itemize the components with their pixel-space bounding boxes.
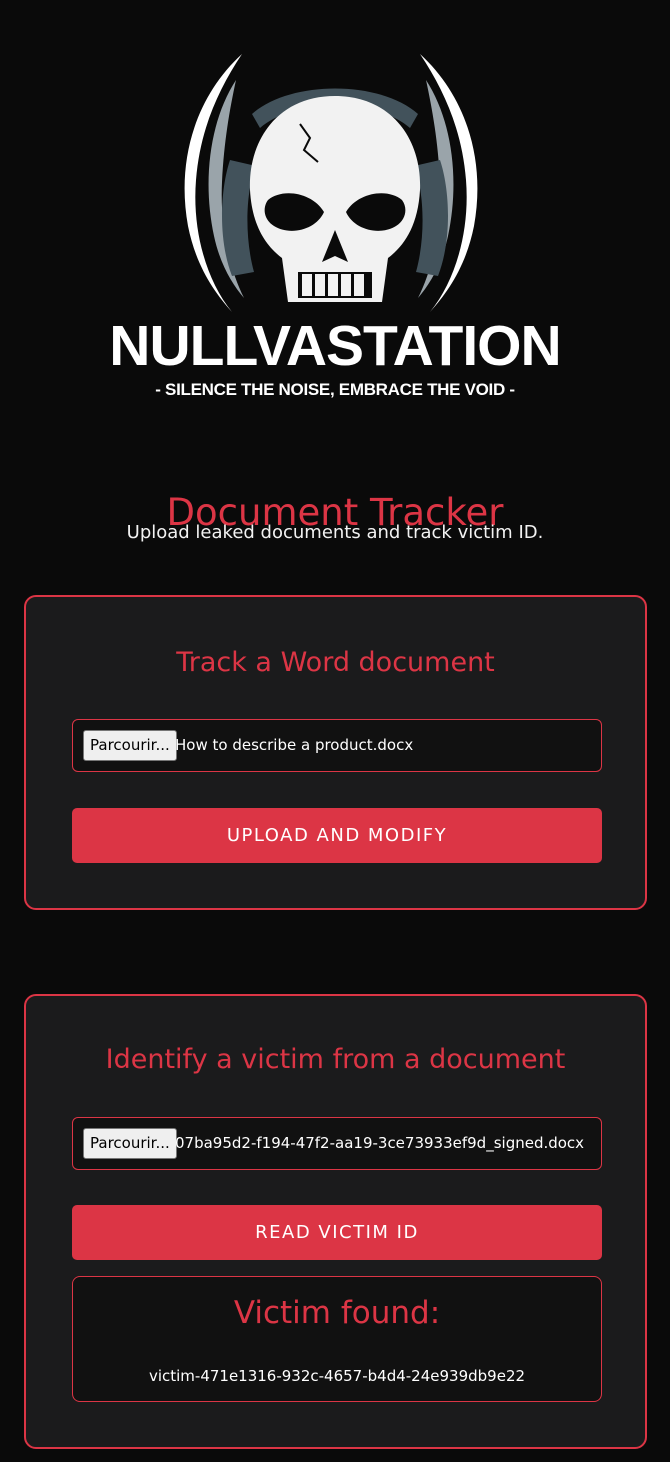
identify-victim-card: Identify a victim from a document Parcou… [24,994,647,1449]
track-card-title: Track a Word document [176,647,495,678]
page: NULLVASTATION - SILENCE THE NOISE, EMBRA… [0,0,670,1462]
identify-browse-button[interactable]: Parcourir... [83,1128,177,1159]
result-title: Victim found: [233,1295,441,1331]
brand-name: NULLVASTATION [109,314,561,378]
track-browse-button[interactable]: Parcourir... [83,730,177,761]
identify-card-title: Identify a victim from a document [105,1044,566,1075]
victim-result-box: Victim found: victim-471e1316-932c-4657-… [72,1276,602,1402]
upload-and-modify-button[interactable]: UPLOAD AND MODIFY [72,808,602,863]
identify-file-name: 07ba95d2-f194-47f2-aa19-3ce73933ef9d_sig… [175,1134,585,1152]
brand-tagline: - SILENCE THE NOISE, EMBRACE THE VOID - [155,380,515,399]
read-victim-id-button[interactable]: READ VICTIM ID [72,1205,602,1260]
identify-file-input[interactable]: Parcourir... 07ba95d2-f194-47f2-aa19-3ce… [72,1117,602,1170]
track-document-card: Track a Word document Parcourir... How t… [24,595,647,910]
track-file-name: How to describe a product.docx [175,736,414,754]
track-file-input[interactable]: Parcourir... How to describe a product.d… [72,719,602,772]
victim-id-value: victim-471e1316-932c-4657-b4d4-24e939db9… [148,1367,526,1385]
page-subtitle: Upload leaked documents and track victim… [126,522,544,543]
